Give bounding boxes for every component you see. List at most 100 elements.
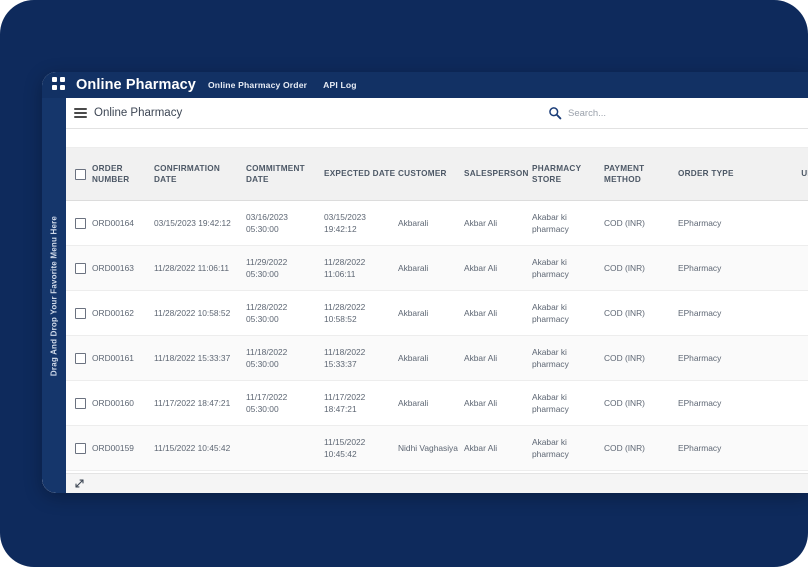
column-header-expected-date[interactable]: EXPECTED DATE (324, 148, 398, 201)
cell-commitment-date: 11/14/2022 05:30:00 (246, 470, 324, 473)
cell-expected-date: 11/15/2022 10:45:42 (324, 425, 398, 471)
cell-order-number: ORD00159 (92, 425, 154, 471)
row-select-cell[interactable] (66, 245, 92, 291)
search-input[interactable] (568, 107, 798, 119)
row-select-cell[interactable] (66, 335, 92, 381)
table-row[interactable]: ORD0015811/14/2022 12:13:4111/14/2022 05… (66, 470, 808, 473)
cell-order-type: EPharmacy (678, 335, 756, 381)
row-select-cell[interactable] (66, 470, 92, 473)
orders-table-scroll[interactable]: ORDER NUMBER CONFIRMATION DATE COMMITMEN… (66, 148, 808, 473)
cell-expected-date: 03/15/2023 19:42:12 (324, 200, 398, 246)
cell-pharmacy-store: Akabar ki pharmacy (532, 245, 604, 291)
cell-confirmation-date: 11/15/2022 10:45:42 (154, 425, 246, 471)
cell-confirmation-date: 11/28/2022 10:58:52 (154, 290, 246, 336)
page-backdrop: Online Pharmacy Online Pharmacy Order AP… (0, 0, 808, 567)
row-select-cell[interactable] (66, 425, 92, 471)
table-row[interactable]: ORD00164 03/15/2023 19:42:12 03/16/2023 05… (66, 200, 808, 246)
cell-expected-date: 11/28/2022 10:58:52 (324, 290, 398, 336)
table-row[interactable]: ORD00163 11/28/2022 11:06:11 11/29/2022 05… (66, 245, 808, 291)
cell-confirmation-date: 11/14/2022 12:13:41 (154, 470, 246, 473)
content-area: Online Pharmacy Search... ORDER NUMBER C… (66, 98, 808, 493)
cell-order-number: ORD00162 (92, 290, 154, 336)
favorites-sidebar[interactable]: Drag And Drop Your Favorite Menu Here (42, 98, 66, 493)
cell-salesperson: Akbar Ali (464, 425, 532, 471)
cell-salesperson: Akbar Ali (464, 470, 532, 473)
cell-expected-date: 11/28/2022 11:06:11 (324, 245, 398, 291)
row-select-cell[interactable] (66, 380, 92, 426)
cell-confirmation-date: 11/18/2022 15:33:37 (154, 335, 246, 381)
row-select-cell[interactable] (66, 290, 92, 336)
column-header-unit-amount[interactable]: UNIT AMOUNT (756, 148, 808, 201)
cell-order-type: EPharmacy (678, 245, 756, 291)
cell-unit-amount: 2 (756, 470, 808, 473)
brand-title: Online Pharmacy (76, 77, 196, 93)
cell-commitment-date: 11/18/2022 05:30:00 (246, 335, 324, 381)
cell-expected-date: 11/17/2022 18:47:21 (324, 380, 398, 426)
cell-order-number: ORD00158 (92, 470, 154, 473)
row-checkbox[interactable] (75, 397, 86, 409)
cell-customer: Akbarali (398, 335, 464, 381)
search-box[interactable] (548, 106, 808, 120)
cell-payment-method: COD (INR) (604, 290, 678, 336)
sidebar-dropzone-label: Drag And Drop Your Favorite Menu Here (49, 215, 59, 376)
table-row[interactable]: ORD00161 11/18/2022 15:33:37 11/18/2022 05… (66, 335, 808, 381)
cell-salesperson: Akbar Ali (464, 290, 532, 336)
row-checkbox[interactable] (75, 262, 86, 274)
cell-unit-amount: 2 (756, 380, 808, 426)
cell-pharmacy-store: Akabar ki pharmacy (532, 470, 604, 473)
row-checkbox[interactable] (75, 352, 86, 364)
cell-customer: Akbarali (398, 470, 464, 473)
cell-order-number: ORD00163 (92, 245, 154, 291)
cell-customer: Akbarali (398, 200, 464, 246)
cell-order-type: EPharmacy (678, 380, 756, 426)
cell-commitment-date: 11/17/2022 05:30:00 (246, 380, 324, 426)
row-checkbox[interactable] (75, 217, 86, 229)
cell-commitment-date: 11/29/2022 05:30:00 (246, 245, 324, 291)
table-row[interactable]: ORD00160 11/17/2022 18:47:21 11/17/2022 05… (66, 380, 808, 426)
column-header-pharmacy-store[interactable]: PHARMACY STORE (532, 148, 604, 201)
column-header-customer[interactable]: CUSTOMER (398, 148, 464, 201)
column-header-order-number[interactable]: ORDER NUMBER (92, 148, 154, 201)
column-header-order-type[interactable]: ORDER TYPE (678, 148, 756, 201)
expand-diagonal-icon[interactable] (74, 478, 85, 489)
cell-pharmacy-store: Akabar ki pharmacy (532, 200, 604, 246)
cell-expected-date: 11/18/2022 15:33:37 (324, 335, 398, 381)
cell-salesperson: Akbar Ali (464, 245, 532, 291)
cell-customer: Akbarali (398, 245, 464, 291)
column-header-confirmation-date[interactable]: CONFIRMATION DATE (154, 148, 246, 201)
row-select-cell[interactable] (66, 200, 92, 246)
cell-confirmation-date: 03/15/2023 19:42:12 (154, 200, 246, 246)
cell-salesperson: Akbar Ali (464, 200, 532, 246)
cell-order-number: ORD00161 (92, 335, 154, 381)
row-checkbox[interactable] (75, 307, 86, 319)
application-window: Online Pharmacy Online Pharmacy Order AP… (42, 72, 808, 493)
grid-dots-icon[interactable] (52, 77, 68, 93)
cell-customer: Akbarali (398, 380, 464, 426)
cell-confirmation-date: 11/28/2022 11:06:11 (154, 245, 246, 291)
breadcrumb: Online Pharmacy (94, 107, 183, 119)
table-row[interactable]: ORD00162 11/28/2022 10:58:52 11/28/2022 05… (66, 290, 808, 336)
cell-salesperson: Akbar Ali (464, 335, 532, 381)
cell-pharmacy-store: Akabar ki pharmacy (532, 335, 604, 381)
cell-order-type: EPharmacy (678, 290, 756, 336)
cell-unit-amount: 3 (756, 290, 808, 336)
column-header-commitment-date[interactable]: COMMITMENT DATE (246, 148, 324, 201)
select-all-checkbox[interactable] (75, 168, 86, 180)
cell-order-number: ORD00164 (92, 200, 154, 246)
orders-table: ORDER NUMBER CONFIRMATION DATE COMMITMEN… (66, 148, 808, 473)
cell-unit-amount: 3 (756, 335, 808, 381)
hamburger-icon[interactable] (74, 108, 87, 118)
nav-link-online-pharmacy-order[interactable]: Online Pharmacy Order (208, 80, 307, 90)
app-titlebar: Online Pharmacy Online Pharmacy Order AP… (42, 72, 808, 98)
row-checkbox[interactable] (75, 442, 86, 454)
select-all-header[interactable] (66, 148, 92, 201)
cell-commitment-date (246, 425, 324, 471)
cell-payment-method: COD (INR) (604, 470, 678, 473)
cell-payment-method: COD (INR) (604, 200, 678, 246)
table-row[interactable]: ORD00159 11/15/2022 10:45:42 11/15/2022 10… (66, 425, 808, 471)
column-header-payment-method[interactable]: PAYMENT METHOD (604, 148, 678, 201)
nav-link-api-log[interactable]: API Log (323, 80, 357, 90)
table-footer (66, 473, 808, 493)
column-header-salesperson[interactable]: SALESPERSON (464, 148, 532, 201)
cell-payment-method: COD (INR) (604, 380, 678, 426)
